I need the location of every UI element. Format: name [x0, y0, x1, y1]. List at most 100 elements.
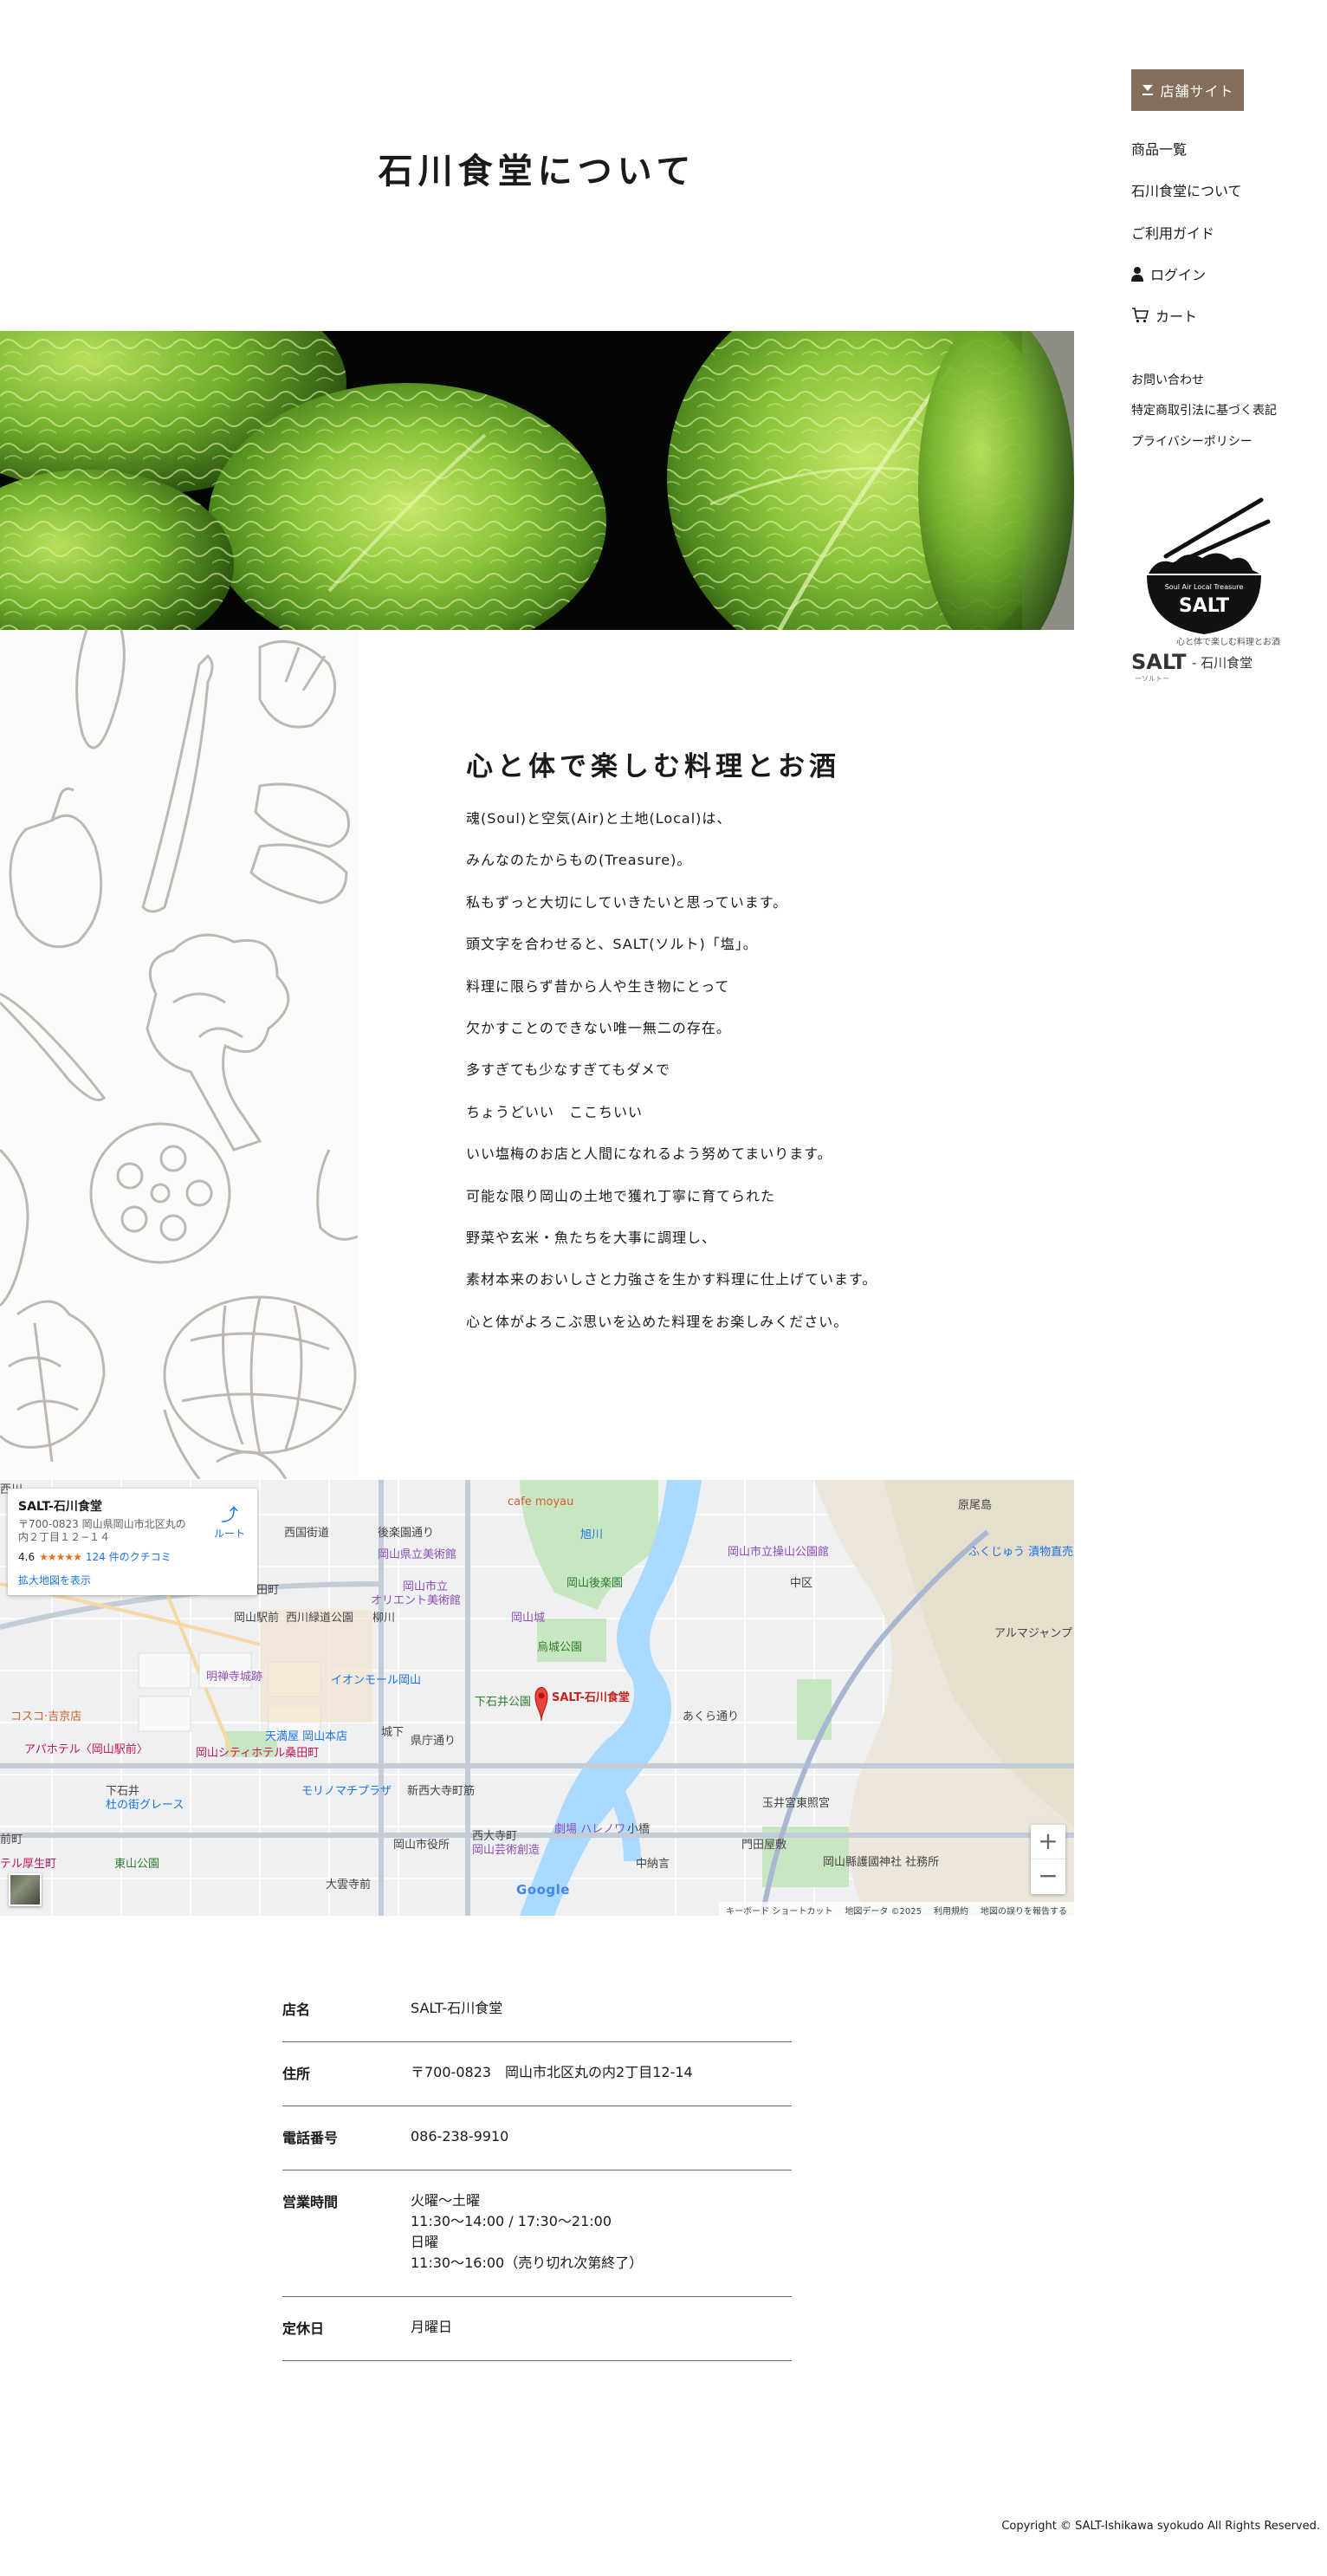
directions-icon: ⤴: [221, 1504, 238, 1525]
salt-logo-mark: Soul Air Local Treasure SALT 心と体で楽しむ料理とお…: [1131, 497, 1280, 683]
map-place-label: 明禅寺城跡: [206, 1671, 263, 1684]
info-row: 定休日 月曜日: [282, 2297, 792, 2361]
about-text-line: 料理に限らず昔から人や生き物にとって: [466, 977, 730, 995]
info-label: 営業時間: [282, 2194, 339, 2210]
info-value: 〒700-0823 岡山市北区丸の内2丁目12-14: [411, 2062, 693, 2106]
map-place-label: 中区: [790, 1577, 813, 1590]
map-place-label: 田町: [256, 1584, 280, 1597]
map-place-label: 原尾島: [958, 1499, 993, 1512]
store-site-label: 店舗サイト: [1160, 83, 1234, 100]
report-error-link[interactable]: 地図の誤りを報告する: [981, 1904, 1067, 1916]
about-text-line: 欠かすことのできない唯一無二の存在。: [466, 1019, 731, 1036]
svg-text:心と体で楽しむ料理とお酒: 心と体で楽しむ料理とお酒: [1176, 636, 1280, 647]
info-label: 店名: [282, 2002, 311, 2018]
map-place-label: 下石井公園: [475, 1696, 532, 1709]
info-value-line: 086-238-9910: [411, 2128, 509, 2145]
about-section: 心と体で楽しむ料理とお酒 魂(Soul)と空気(Air)と土地(Local)は、…: [0, 629, 1074, 1480]
terms-link[interactable]: 利用規約: [934, 1904, 968, 1916]
map-place-label: イオンモール岡山: [331, 1674, 422, 1687]
store-download-icon: [1143, 85, 1154, 95]
about-text-line: 心と体がよろこぶ思いを込めた料理をお楽しみください。: [466, 1313, 849, 1330]
main-content: 石川食堂について 心と体で楽しむ料理とお酒 魂(Soul)と空気(Air)と土地…: [0, 0, 1074, 2576]
info-value: SALT-石川食堂: [411, 1998, 502, 2041]
about-text-line: 魂(Soul)と空気(Air)と土地(Local)は、: [466, 810, 732, 827]
rating-stars-icon: ★★★★★: [39, 1550, 82, 1563]
nav-link-privacy[interactable]: プライバシーポリシー: [1131, 432, 1253, 450]
map-place-label: 前町: [0, 1833, 23, 1846]
nav-item-guide[interactable]: ご利用ガイド: [1131, 222, 1214, 243]
map-place-label: 岡山市立操山公園館: [728, 1546, 830, 1559]
info-label: 定休日: [282, 2320, 325, 2337]
about-text-line: 野菜や玄米・魚たちを大事に調理し、: [466, 1229, 717, 1246]
info-value-line: 日曜: [411, 2234, 439, 2250]
map-place-label: あくら通り: [683, 1710, 740, 1723]
info-value-line: 〒700-0823 岡山市北区丸の内2丁目12-14: [411, 2064, 693, 2080]
satellite-toggle-button[interactable]: [9, 1873, 42, 1906]
info-row: 営業時間 火曜〜土曜 11:30〜14:00 / 17:30〜21:00 日曜 11:3…: [282, 2170, 792, 2297]
map-attribution: キーボード ショートカット 地図データ ©2025 利用規約 地図の誤りを報告す…: [719, 1902, 1074, 1916]
info-row: 店名 SALT-石川食堂: [282, 1978, 792, 2042]
salt-logo: Soul Air Local Treasure SALT 心と体で楽しむ料理とお…: [1131, 496, 1280, 695]
map-place-label: 岡山縣護國神社 社務所: [823, 1856, 940, 1869]
map-place-label: 岡山後楽園: [566, 1577, 624, 1590]
copyright: Copyright © SALT-Ishikawa syokudo All Ri…: [1001, 2520, 1320, 2533]
nav-item-cart[interactable]: カート: [1131, 305, 1197, 326]
about-text-line: いい塩梅のお店と人間になれるよう努めてまいります。: [466, 1145, 832, 1163]
nav-item-login[interactable]: ログイン: [1131, 263, 1206, 284]
nav-item-label: 石川食堂について: [1131, 183, 1242, 199]
map-place-label: 東山公園: [114, 1858, 160, 1871]
map-place-label: 旭川: [580, 1528, 604, 1541]
map-place-label: 県庁通り: [411, 1735, 456, 1748]
map-place-label: 岡山城: [511, 1612, 546, 1625]
map-place-card: SALT-石川食堂 〒700-0823 岡山県岡山市北区丸の内２丁目１２−１４ …: [8, 1489, 257, 1595]
map-place-label: モリノマチプラザ: [301, 1785, 392, 1798]
store-site-button[interactable]: 店舗サイト: [1131, 69, 1244, 111]
map-place-label: cafe moyau: [508, 1496, 574, 1509]
map-place-label: 烏城公園: [537, 1641, 583, 1654]
zoom-controls: + −: [1031, 1825, 1065, 1894]
info-label: 住所: [282, 2066, 311, 2082]
map-place-label: アルマジャンプ 岡山東店: [994, 1627, 1074, 1640]
map-place-address: 〒700-0823 岡山県岡山市北区丸の内２丁目１２−１４: [18, 1518, 186, 1543]
nav-item-products[interactable]: 商品一覧: [1131, 138, 1187, 159]
page-title: 石川食堂について: [378, 152, 696, 191]
map-place-label: オリエント美術館: [371, 1594, 462, 1607]
map-place-label: 中納言: [636, 1858, 670, 1871]
map-place-label: コスコ·吉京店: [10, 1710, 82, 1723]
map-place-label: 岡山市役所: [393, 1839, 450, 1852]
map-place-label: 小橋: [627, 1823, 651, 1836]
map-place-label: 天満屋 岡山本店: [265, 1730, 348, 1743]
map-place-rating: 4.6 ★★★★★ 124 件のクチコミ: [18, 1549, 247, 1564]
nav-link-contact[interactable]: お問い合わせ: [1131, 371, 1204, 388]
about-text-line: みんなのたからもの(Treasure)。: [466, 852, 692, 869]
view-larger-map-link[interactable]: 拡大地図を表示: [18, 1573, 247, 1587]
directions-label: ルート: [213, 1528, 245, 1540]
map-embed[interactable]: SALT-石川食堂 cafe moyau 岡山県立美術館 岡山市立 オリエント美術館岡…: [0, 1480, 1074, 1916]
info-value-line: 火曜〜土曜: [411, 2192, 481, 2209]
zoom-in-button[interactable]: +: [1031, 1825, 1065, 1859]
info-value: 火曜〜土曜 11:30〜14:00 / 17:30〜21:00 日曜 11:30〜16…: [411, 2190, 643, 2296]
map-place-label: 岡山シティホテル桑田町: [196, 1747, 320, 1760]
info-row: 電話番号 086-238-9910: [282, 2106, 792, 2170]
nav-item-label: 商品一覧: [1131, 141, 1188, 158]
svg-text:Soul Air Local Treasure: Soul Air Local Treasure: [1165, 583, 1244, 591]
info-value-line: 11:30〜14:00 / 17:30〜21:00: [411, 2213, 612, 2229]
directions-button[interactable]: ⤴ ルート: [212, 1501, 247, 1541]
reviews-link[interactable]: 124 件のクチコミ: [86, 1549, 172, 1564]
map-place-label: ふくじゅう 漬物直売所: [968, 1546, 1074, 1559]
keyboard-shortcuts-link[interactable]: キーボード ショートカット: [726, 1904, 832, 1916]
nav-item-about[interactable]: 石川食堂について: [1131, 179, 1242, 200]
about-text-line: ちょうどいい ここちいい: [466, 1103, 644, 1120]
map-data-credit: 地図データ ©2025: [845, 1907, 922, 1916]
nav-link-legal-notice[interactable]: 特定商取引法に基づく表記: [1131, 401, 1277, 419]
map-place-label: 門田屋敷: [741, 1839, 787, 1852]
svg-text:ーソルトー: ーソルトー: [1135, 675, 1169, 683]
info-value: 月曜日: [411, 2317, 452, 2360]
map-place-label: 玉井宮東照宮: [762, 1797, 831, 1810]
map-place-label: 岡山駅前: [234, 1612, 280, 1625]
zoom-out-button[interactable]: −: [1031, 1859, 1065, 1894]
map-pin-label: SALT-石川食堂: [552, 1691, 630, 1704]
map-place-label: 城下: [381, 1726, 405, 1739]
about-heading: 心と体で楽しむ料理とお酒: [466, 751, 840, 782]
info-value: 086-238-9910: [411, 2126, 508, 2170]
